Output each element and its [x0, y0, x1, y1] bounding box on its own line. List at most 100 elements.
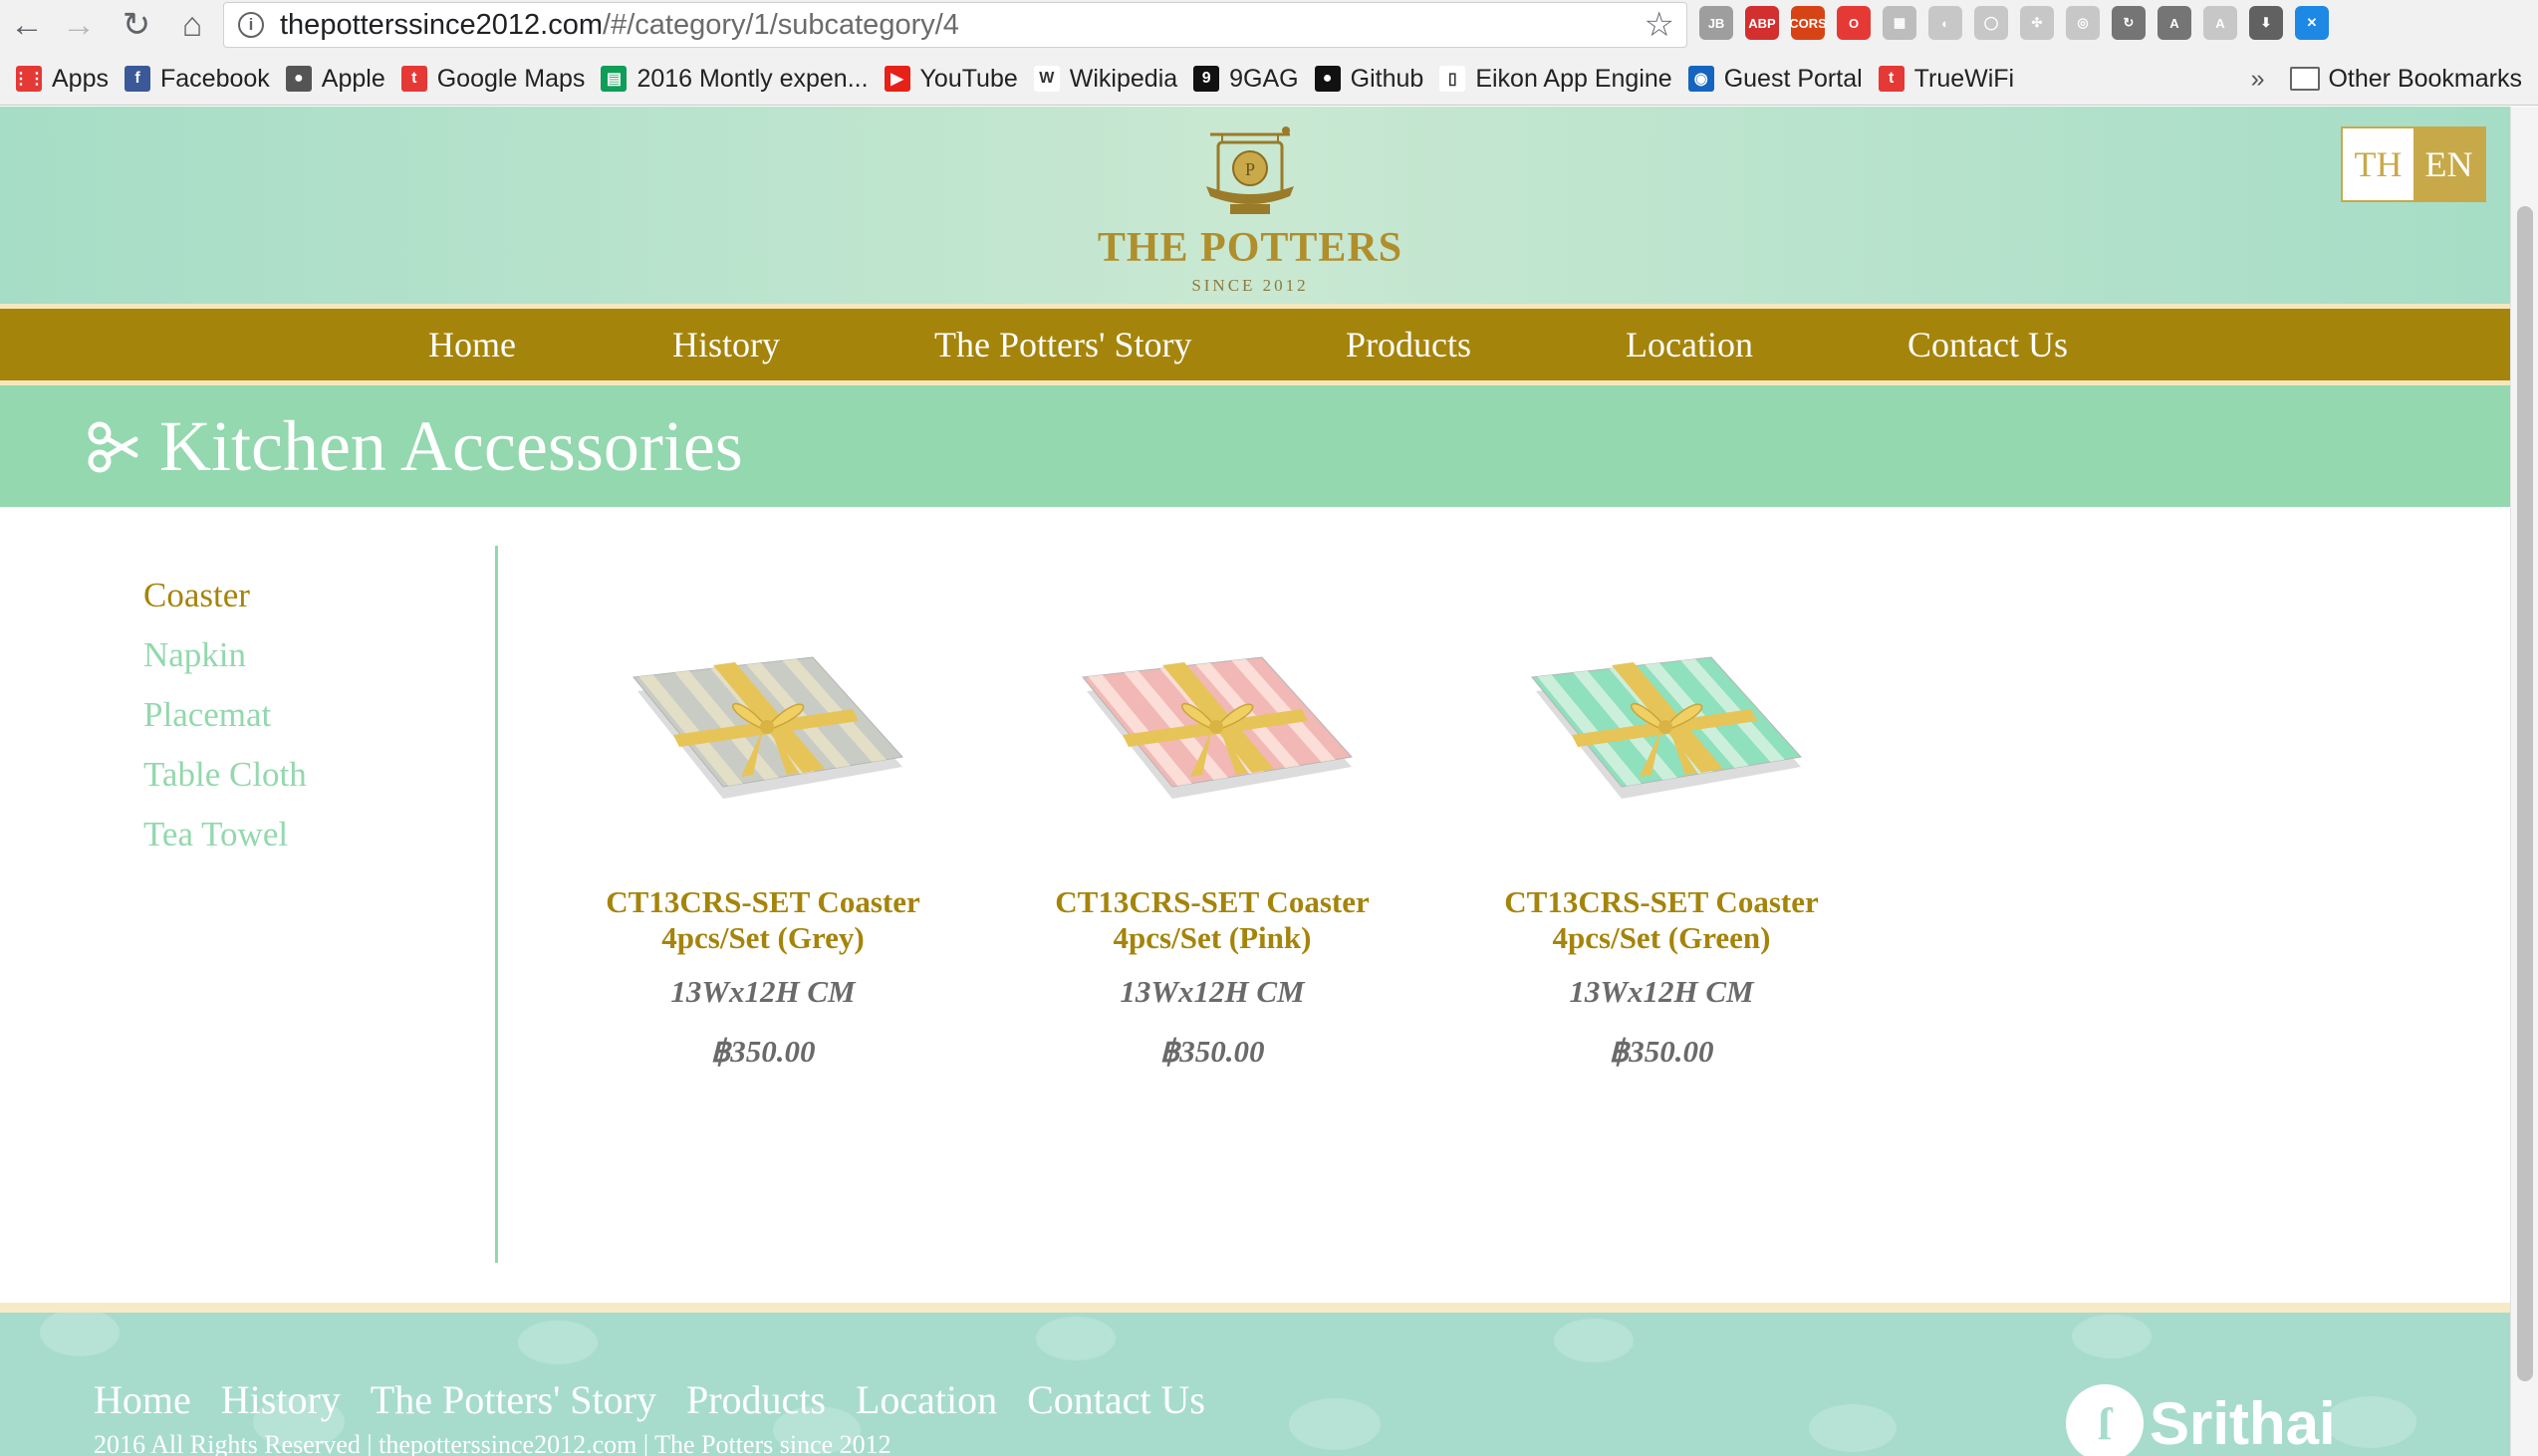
github-icon: ● — [1314, 66, 1341, 92]
lang-th-button[interactable]: TH — [2343, 128, 2413, 200]
product-image[interactable] — [614, 617, 912, 837]
page-scrollbar[interactable] — [2510, 107, 2538, 1456]
folder-icon — [2290, 67, 2321, 91]
globe-icon: ◉ — [1687, 66, 1714, 92]
footer-nav-potters-story[interactable]: The Potters' Story — [371, 1376, 656, 1423]
product-name[interactable]: CT13CRS-SET Coaster 4pcs/Set (Green) — [1462, 884, 1861, 956]
scissors-icon — [88, 421, 138, 473]
bookmark-guest-portal[interactable]: ◉ Guest Portal — [1687, 64, 1863, 94]
bookmark-expense[interactable]: ▤ 2016 Montly expen... — [601, 65, 869, 94]
subcategory-coaster[interactable]: Coaster — [143, 576, 250, 615]
bookmark-youtube[interactable]: ▶ YouTube — [884, 64, 1018, 94]
logo-subtitle: SINCE 2012 — [1191, 276, 1309, 295]
ext-icon-6[interactable]: ◐ — [1928, 6, 1962, 40]
subcategory-table-cloth[interactable]: Table Cloth — [143, 755, 307, 795]
apps-grid-icon: ⋮⋮ — [13, 66, 45, 92]
page-icon[interactable]: ▦ — [1883, 6, 1916, 40]
ext-icon-10[interactable]: ↻ — [2112, 6, 2146, 40]
bookmark-github[interactable]: ● Github — [1314, 64, 1424, 94]
opera-icon[interactable]: O — [1837, 6, 1871, 40]
url-text[interactable]: thepotterssince2012.com/#/category/1/sub… — [280, 9, 959, 42]
footer-nav-history[interactable]: History — [221, 1376, 341, 1423]
home-icon[interactable]: ⌂ — [169, 2, 215, 48]
potters-logo[interactable]: P THE POTTERS SINCE 2012 — [1081, 124, 1419, 295]
jb-icon[interactable]: JB — [1699, 6, 1733, 40]
srithai-logo[interactable]: ſ Srithai — [2066, 1384, 2336, 1456]
product-size: 13Wx12H CM — [670, 974, 856, 1009]
footer-divider — [0, 1303, 2510, 1313]
adblock-icon[interactable]: ABP — [1745, 6, 1779, 40]
bookmark-label: Eikon App Engine — [1475, 64, 1672, 93]
bookmark-9gag[interactable]: 9 9GAG — [1193, 65, 1299, 94]
nav-home[interactable]: Home — [428, 309, 516, 380]
footer-nav-home[interactable]: Home — [94, 1376, 191, 1423]
angular-grey-icon[interactable]: A — [2203, 6, 2237, 40]
product-size: 13Wx12H CM — [1120, 974, 1305, 1009]
product-price: ฿350.00 — [710, 1034, 816, 1069]
download-icon[interactable]: ⬇ — [2249, 6, 2283, 40]
bookmarks-bar: ⋮⋮ Apps f Facebook ● Apple t Google Maps ▤ 2016 M… — [0, 58, 2538, 100]
nav-history[interactable]: History — [672, 309, 780, 380]
bookmark-label: TrueWiFi — [1913, 64, 2015, 93]
bookmark-label: Facebook — [159, 64, 270, 93]
back-icon[interactable]: ← — [4, 2, 50, 48]
copyright-text: 2016 All Rights Reserved | thepotterssin… — [94, 1430, 891, 1456]
document-icon: ▯ — [1439, 66, 1466, 92]
bookmark-apple[interactable]: ● Apple — [285, 64, 385, 94]
nav-contact-us[interactable]: Contact Us — [1907, 309, 2068, 380]
reload-icon[interactable]: ↻ — [114, 2, 159, 48]
bookmark-eikon[interactable]: ▯ Eikon App Engine — [1439, 64, 1672, 94]
bookmark-wikipedia[interactable]: W Wikipedia — [1033, 64, 1178, 94]
subcategory-placemat[interactable]: Placemat — [143, 695, 271, 735]
nav-products[interactable]: Products — [1346, 309, 1471, 380]
footer-nav-contact-us[interactable]: Contact Us — [1027, 1376, 1205, 1423]
bookmark-label: Google Maps — [436, 64, 586, 93]
potters-crest-icon: P — [1206, 126, 1294, 214]
other-bookmarks[interactable]: Other Bookmarks — [2328, 65, 2522, 94]
info-icon[interactable]: i — [238, 12, 264, 38]
footer-nav-location[interactable]: Location — [856, 1376, 997, 1423]
address-bar[interactable]: i thepotterssince2012.com/#/category/1/s… — [223, 2, 1687, 48]
bookmark-facebook[interactable]: f Facebook — [124, 64, 270, 94]
extensions-toolbar: JB ABP CORS O ▦ ◐ ◯ ✣ ◎ ↻ A A ⬇ ✕ — [1699, 6, 2329, 40]
nav-location[interactable]: Location — [1626, 309, 1753, 380]
true-logo-icon: t — [1878, 66, 1904, 92]
subcategory-napkin[interactable]: Napkin — [143, 635, 246, 675]
bookmark-star-icon[interactable]: ☆ — [1645, 5, 1674, 45]
bookmark-label: Apps — [52, 64, 109, 93]
logo-title: THE POTTERS — [1097, 225, 1403, 271]
category-banner: Kitchen Accessories — [0, 385, 2510, 507]
bookmarks-overflow-icon[interactable]: » — [2251, 65, 2265, 94]
nav-potters-story[interactable]: The Potters' Story — [934, 309, 1191, 380]
bookmark-apps[interactable]: ⋮⋮ Apps — [13, 64, 109, 94]
forward-icon[interactable]: → — [56, 2, 102, 48]
ext-icon-9[interactable]: ◎ — [2066, 6, 2100, 40]
bookmark-google-maps[interactable]: t Google Maps — [400, 64, 586, 94]
category-title: Kitchen Accessories — [159, 406, 743, 486]
bookmark-truewifi[interactable]: t TrueWiFi — [1878, 64, 2015, 94]
bookmark-label: Apple — [321, 64, 385, 93]
footer-nav-products[interactable]: Products — [686, 1376, 826, 1423]
cors-icon[interactable]: CORS — [1789, 6, 1827, 40]
ext-icon-8[interactable]: ✣ — [2020, 6, 2054, 40]
youtube-icon: ▶ — [884, 66, 910, 92]
sidebar-divider — [495, 546, 498, 1263]
ext-icon-7[interactable]: ◯ — [1974, 6, 2008, 40]
subcategory-tea-towel[interactable]: Tea Towel — [143, 815, 288, 854]
bookmark-label: Wikipedia — [1069, 64, 1178, 93]
scrollbar-thumb[interactable] — [2517, 206, 2533, 1381]
bookmark-label: Guest Portal — [1723, 64, 1863, 93]
product-image[interactable] — [1512, 617, 1811, 837]
angular-icon[interactable]: A — [2157, 6, 2191, 40]
srithai-wordmark: Srithai — [2150, 1389, 2336, 1456]
product-name[interactable]: CT13CRS-SET Coaster 4pcs/Set (Grey) — [564, 884, 962, 956]
bookmark-label: YouTube — [919, 64, 1018, 93]
product-name-line-2: 4pcs/Set (Pink) — [1113, 920, 1312, 955]
product-name-line-1: CT13CRS-SET Coaster — [1055, 884, 1370, 919]
lang-en-button[interactable]: EN — [2413, 128, 2484, 200]
product-name-line-2: 4pcs/Set (Grey) — [661, 920, 865, 955]
bookmark-label: Github — [1350, 64, 1424, 93]
product-name[interactable]: CT13CRS-SET Coaster 4pcs/Set (Pink) — [1013, 884, 1411, 956]
blue-ext-icon[interactable]: ✕ — [2295, 6, 2329, 40]
product-image[interactable] — [1063, 617, 1362, 837]
